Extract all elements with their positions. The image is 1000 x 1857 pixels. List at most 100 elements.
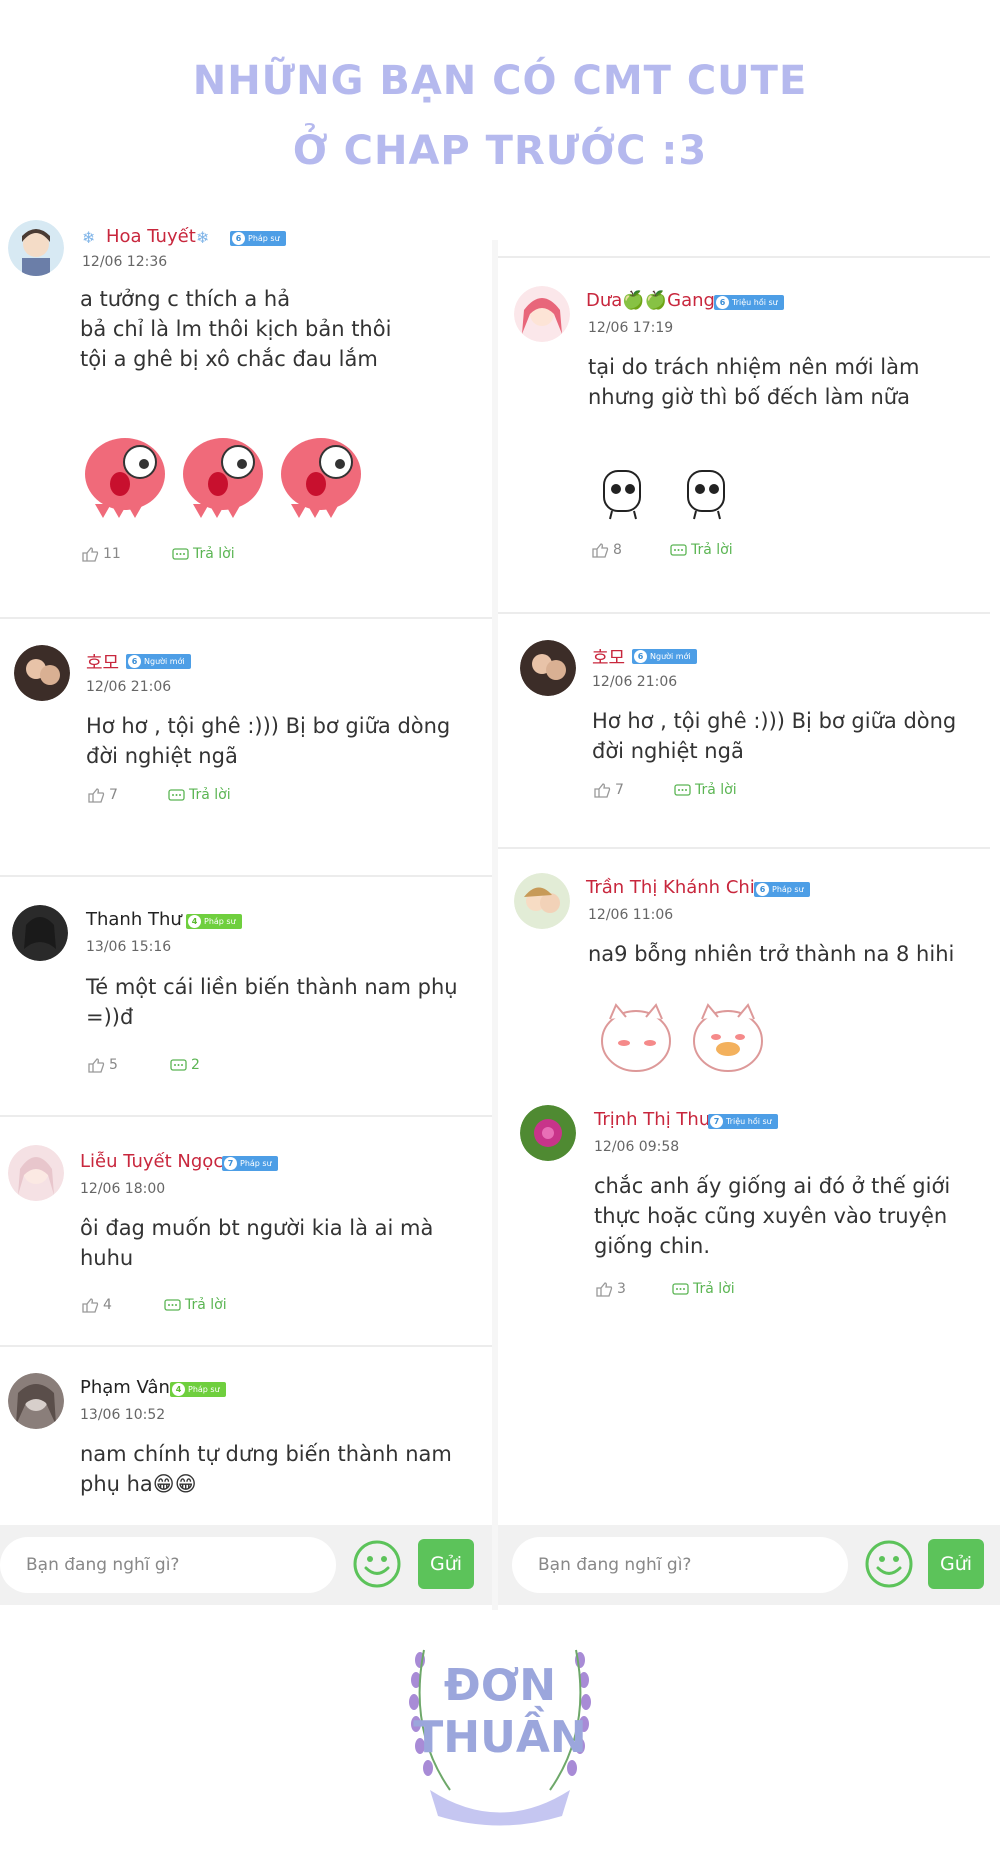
- chat-bubble-icon: [672, 1282, 689, 1295]
- rank-badge: 6 Người mới: [632, 649, 697, 664]
- like-button[interactable]: 5: [88, 1057, 118, 1073]
- comment-input[interactable]: Bạn đang nghĩ gì?: [0, 1537, 336, 1593]
- reply-button[interactable]: Trả lời: [672, 1281, 735, 1297]
- comment-card: ❄ Hoa Tuyết ❄ 6 Pháp sư 12/06 12:36 a tưở…: [0, 212, 492, 607]
- comment-text: tại do trách nhiệm nên mới làm nhưng giờ…: [588, 355, 920, 409]
- reply-button[interactable]: Trả lời: [168, 787, 231, 803]
- rank-badge: 6 Người mới: [126, 654, 191, 669]
- comment-input-bar: Bạn đang nghĩ gì? Gửi: [0, 1525, 492, 1605]
- comment-card: Dưa🍏🍏Gang 6 Triệu hồi sư 12/06 17:19 tại …: [498, 256, 990, 608]
- chat-bubble-icon: [172, 547, 189, 560]
- comment-time: 12/06 09:58: [594, 1139, 680, 1155]
- like-button[interactable]: 7: [594, 782, 624, 798]
- comment-text: chắc anh ấy giống ai đó ở thế giới thực …: [594, 1174, 951, 1258]
- logo-text-line1: ĐƠN: [443, 1660, 557, 1711]
- comment-time: 12/06 11:06: [588, 907, 674, 923]
- chat-bubble-icon: [164, 1298, 181, 1311]
- rank-badge: 7 Pháp sư: [222, 1156, 278, 1171]
- comment-card: Liễu Tuyết Ngọc 7 Pháp sư 12/06 18:00 ôi …: [0, 1115, 492, 1347]
- octopus-sticker: [85, 438, 361, 518]
- cat-sticker: [601, 1003, 763, 1072]
- rank-badge: 7 Triệu hồi sư: [708, 1114, 778, 1129]
- commenter-name[interactable]: Liễu Tuyết Ngọc: [80, 1151, 223, 1172]
- comment-card: 호모 6 Người mới 12/06 21:06 Hơ hơ , tội gh…: [498, 612, 990, 827]
- rank-badge: 6 Triệu hồi sư: [714, 295, 784, 310]
- comment-time: 12/06 12:36: [82, 254, 168, 270]
- reply-button[interactable]: Trả lời: [164, 1297, 227, 1313]
- comment-card: Phạm Vân 4 Pháp sư 13/06 10:52 nam chính …: [0, 1345, 492, 1527]
- comment-text: ôi đag muốn bt người kia là ai mà huhu: [80, 1216, 434, 1270]
- comment-card: Thanh Thư 4 Pháp sư 13/06 15:16 Té một cá…: [0, 875, 492, 1105]
- comment-card: 호모 6 Người mới 12/06 21:06 Hơ hơ , tội gh…: [0, 617, 492, 832]
- comment-time: 13/06 15:16: [86, 939, 172, 955]
- logo-text-line2: THUẦN: [413, 1712, 587, 1763]
- comment-time: 13/06 10:52: [80, 1407, 166, 1423]
- thumbs-up-icon: [592, 542, 609, 558]
- like-button[interactable]: 11: [82, 546, 121, 562]
- rank-badge: 4 Pháp sư: [170, 1382, 226, 1397]
- comment-time: 12/06 18:00: [80, 1181, 166, 1197]
- comment-card: Trần Thị Khánh Chi 6 Pháp sư 12/06 11:06 …: [498, 847, 990, 1097]
- snowflake-icon: ❄: [82, 228, 96, 247]
- chat-bubble-icon: [168, 788, 185, 801]
- like-button[interactable]: 3: [596, 1281, 626, 1297]
- like-button[interactable]: 4: [82, 1297, 112, 1313]
- comment-time: 12/06 17:19: [588, 320, 674, 336]
- commenter-name[interactable]: 호모: [592, 644, 625, 670]
- comment-time: 12/06 21:06: [592, 674, 678, 690]
- comment-text: nam chính tự dưng biến thành nam phụ ha😁…: [80, 1442, 452, 1496]
- rank-badge: 4 Pháp sư: [186, 914, 242, 929]
- page-title-line2: Ở CHAP TRƯỚC :3: [292, 128, 708, 174]
- like-button[interactable]: 8: [592, 542, 622, 558]
- commenter-name[interactable]: 호모: [86, 649, 119, 675]
- comment-time: 12/06 21:06: [86, 679, 172, 695]
- avatar[interactable]: [14, 645, 70, 701]
- reply-button[interactable]: 2: [170, 1057, 200, 1073]
- chat-bubble-icon: [170, 1058, 187, 1071]
- comment-input[interactable]: Bạn đang nghĩ gì?: [512, 1537, 848, 1593]
- commenter-name[interactable]: Dưa🍏🍏Gang: [586, 290, 715, 311]
- thumbs-up-icon: [596, 1281, 613, 1297]
- avatar[interactable]: [514, 286, 570, 342]
- avatar[interactable]: [8, 220, 64, 276]
- thumbs-up-icon: [594, 782, 611, 798]
- thumbs-up-icon: [88, 1057, 105, 1073]
- avatar[interactable]: [520, 640, 576, 696]
- comment-input-bar: Bạn đang nghĩ gì? Gửi: [498, 1525, 1000, 1605]
- emoji-icon[interactable]: [352, 1539, 402, 1589]
- thumbs-up-icon: [82, 546, 99, 562]
- comment-text: Hơ hơ , tội ghê :))) Bị bơ giữa dòng đời…: [592, 709, 957, 763]
- avatar[interactable]: [8, 1145, 64, 1201]
- thumbs-up-icon: [88, 787, 105, 803]
- comment-card: Trịnh Thị Thu 7 Triệu hồi sư 12/06 09:58 …: [498, 1095, 990, 1320]
- reply-button[interactable]: Trả lời: [670, 542, 733, 558]
- comment-text: Hơ hơ , tội ghê :))) Bị bơ giữa dòng đời…: [86, 714, 451, 768]
- rank-badge: 6 Pháp sư: [754, 882, 810, 897]
- avatar[interactable]: [8, 1373, 64, 1429]
- chat-bubble-icon: [674, 783, 691, 796]
- emoji-icon[interactable]: [864, 1539, 914, 1589]
- send-button[interactable]: Gửi: [418, 1539, 474, 1589]
- page-title-line1: NHỮNG BẠN CÓ CMT CUTE: [192, 58, 808, 104]
- avatar[interactable]: [12, 905, 68, 961]
- reply-button[interactable]: Trả lời: [172, 546, 235, 562]
- avatar[interactable]: [514, 873, 570, 929]
- comment-text: Té một cái liền biến thành nam phụ =))đ: [86, 975, 458, 1029]
- commenter-name[interactable]: Thanh Thư: [86, 909, 182, 930]
- reply-button[interactable]: Trả lời: [674, 782, 737, 798]
- comment-text: a tưởng c thích a hả bả chỉ là lm thôi k…: [80, 287, 392, 371]
- logo-text-line3: team: [468, 1782, 532, 1807]
- commenter-name[interactable]: Hoa Tuyết: [106, 226, 196, 247]
- avatar[interactable]: [520, 1105, 576, 1161]
- send-button[interactable]: Gửi: [928, 1539, 984, 1589]
- commenter-name[interactable]: Trần Thị Khánh Chi: [586, 877, 755, 898]
- bunny-sticker: [603, 470, 725, 520]
- snowflake-icon: ❄: [196, 228, 210, 247]
- rank-badge: 6 Pháp sư: [230, 231, 286, 246]
- commenter-name[interactable]: Trịnh Thị Thu: [594, 1109, 710, 1130]
- thumbs-up-icon: [82, 1297, 99, 1313]
- chat-bubble-icon: [670, 543, 687, 556]
- comment-text: na9 bỗng nhiên trở thành na 8 hihi: [588, 942, 955, 966]
- like-button[interactable]: 7: [88, 787, 118, 803]
- commenter-name[interactable]: Phạm Vân: [80, 1377, 170, 1398]
